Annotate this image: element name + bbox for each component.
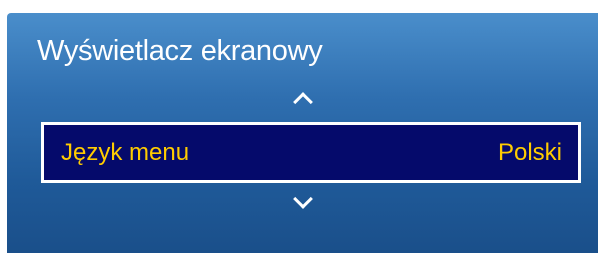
chevron-up-icon[interactable] [292, 92, 313, 112]
menu-item-label: Język menu [61, 138, 190, 166]
menu-title: Wyświetlacz ekranowy [37, 35, 323, 67]
menu-item-language[interactable]: Język menu Polski [41, 122, 581, 183]
chevron-down-icon[interactable] [292, 189, 313, 209]
menu-item-value: Polski [497, 138, 562, 166]
osd-menu-panel: Wyświetlacz ekranowy Język menu Polski [7, 13, 598, 253]
